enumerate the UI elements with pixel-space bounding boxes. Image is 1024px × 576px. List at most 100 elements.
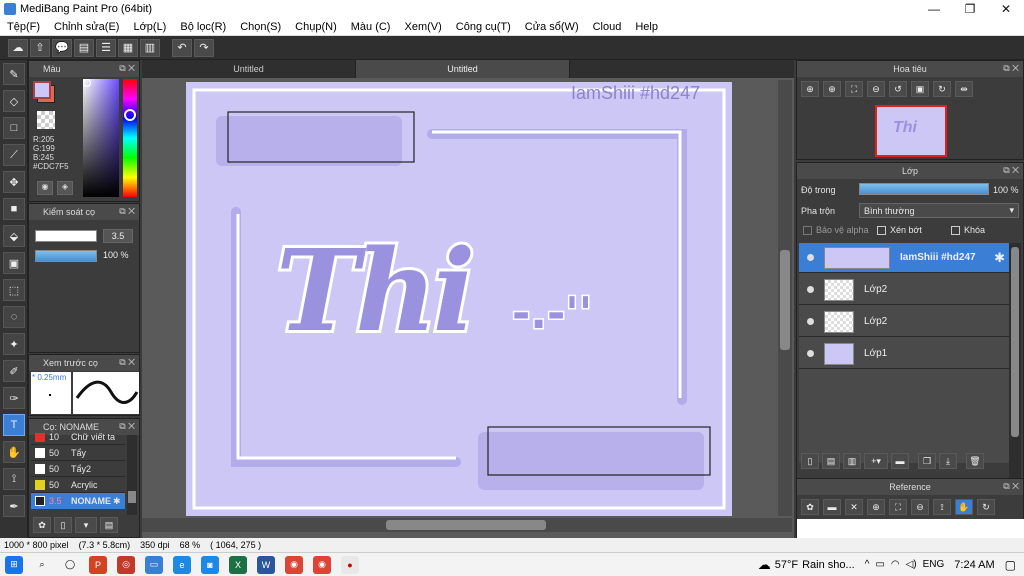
layer-row[interactable]: Lớp1 [799,339,1009,369]
chrome-icon[interactable]: ◉ [285,555,303,574]
rotate-right-icon[interactable]: ↻ [933,81,951,97]
zoom-reset-icon[interactable]: ⊕ [801,81,819,97]
protect-alpha-checkbox[interactable] [803,225,812,235]
reference-add-icon[interactable]: ✿ [801,499,819,515]
message-icon[interactable]: ▤ [74,38,94,57]
reference-hand-icon[interactable]: ✋ [955,499,973,515]
magic-wand-tool-icon[interactable]: ✦ [3,333,25,355]
menu-color[interactable]: Màu (C) [344,21,398,33]
undo-icon[interactable]: ↶ [172,38,192,57]
brush-size-slider[interactable] [35,230,97,242]
notification-icon[interactable]: ▢ [1005,558,1016,572]
menu-cloud[interactable]: Cloud [586,21,629,33]
trash-icon[interactable]: 🗑 [966,453,984,469]
windows-start-icon[interactable]: ⊞ [5,555,23,574]
language-indicator[interactable]: ENG [923,559,945,570]
canvas-vscroll-thumb[interactable] [780,250,790,350]
reference-view[interactable] [797,519,1024,539]
powerpoint-icon[interactable]: P [89,555,107,574]
select-tool-icon[interactable]: ⬚ [3,279,25,301]
brush-size-value[interactable]: 3.5 [103,229,133,243]
select-eraser-tool-icon[interactable]: ✑ [3,387,25,409]
menu-help[interactable]: Help [628,21,665,33]
menu-edit[interactable]: Chỉnh sửa(E) [47,21,126,33]
tab-untitled-1[interactable]: Untitled [142,60,356,78]
move-tool-icon[interactable]: ✥ [3,171,25,193]
clipping-checkbox[interactable] [877,225,886,235]
saturation-value-picker[interactable] [83,79,119,197]
brush-delete-icon[interactable]: ▤ [100,517,118,533]
palette-icon[interactable]: ◉ [37,181,53,195]
blend-mode-select[interactable]: Bình thường ▾ [859,203,1019,218]
visibility-icon[interactable] [807,350,814,357]
weather-temp[interactable]: 57°F [775,559,798,571]
reference-rotate-icon[interactable]: ↻ [977,499,995,515]
app-red-icon[interactable]: ◎ [117,555,135,574]
brush-add-icon[interactable]: ✿ [33,517,51,533]
menu-tools[interactable]: Công cụ(T) [449,21,518,33]
canvas-vertical-scrollbar[interactable] [778,80,792,516]
swap-color-icon[interactable]: ◈ [57,181,73,195]
eyedropper-tool-icon[interactable]: ⟟ [3,468,25,490]
menu-filter[interactable]: Bộ lọc(R) [173,21,233,33]
eraser-tool-icon[interactable]: ◇ [3,90,25,112]
tab-untitled-2[interactable]: Untitled [356,60,570,78]
brush-list-scrollbar[interactable] [127,435,137,515]
comment-icon[interactable]: 💬 [52,38,72,57]
wifi-icon[interactable]: ◠ [891,559,900,570]
layer-row[interactable]: Lớp2 [799,307,1009,337]
menu-file[interactable]: Tệp(F) [0,21,47,33]
reference-zoom-in-icon[interactable]: ⊕ [867,499,885,515]
flip-icon[interactable]: ⇹ [955,81,973,97]
layer-list-scrollbar[interactable] [1009,243,1021,497]
navigator-thumbnail[interactable]: Thi [875,105,947,157]
canvas-horizontal-scrollbar[interactable] [142,518,792,532]
search-icon[interactable]: ⌕ [33,556,51,574]
primary-color-swatch[interactable] [33,81,51,99]
select-pen-tool-icon[interactable]: ✐ [3,360,25,382]
brush-item-selected[interactable]: 3.5 NONAME ✱ [31,493,125,509]
hue-cursor[interactable] [124,109,136,121]
gear-icon[interactable]: ✱ [994,250,1005,266]
brush-new-icon[interactable]: ▯ [54,517,72,533]
transparent-swatch[interactable] [37,111,55,129]
menu-window[interactable]: Cửa sổ(W) [518,21,586,33]
visibility-icon[interactable] [807,254,814,261]
fit-icon[interactable]: ⛶ [845,81,863,97]
layer-scroll-thumb[interactable] [1011,247,1019,437]
clock[interactable]: 7:24 AM [954,559,994,571]
redo-icon[interactable]: ↷ [194,38,214,57]
reference-eyedropper-icon[interactable]: ⟟ [933,499,951,515]
menu-layer[interactable]: Lớp(L) [126,21,173,33]
hue-slider[interactable] [123,79,137,197]
brush-item[interactable]: 50 Acrylic [31,477,125,493]
reference-zoom-out-icon[interactable]: ⊖ [911,499,929,515]
menu-select[interactable]: Chọn(S) [233,21,288,33]
layer-row-selected[interactable]: IamShiii #hd247 ✱ [799,243,1009,273]
brush-menu-icon[interactable]: ▾ [75,517,97,533]
maximize-button[interactable]: ❐ [952,0,988,18]
menu-snap[interactable]: Chụp(N) [288,21,344,33]
store-icon[interactable]: ◙ [201,555,219,574]
line-tool-icon[interactable]: ⟋ [3,144,25,166]
hand-tool-icon[interactable]: ✋ [3,441,25,463]
brush-opacity-slider[interactable] [35,250,97,262]
bucket-tool-icon[interactable]: ⬙ [3,225,25,247]
weather-text[interactable]: Rain sho... [802,559,855,571]
gear-icon[interactable]: ✱ [113,496,121,507]
grid-icon[interactable]: ▥ [140,38,160,57]
reference-close-icon[interactable]: ✕ [845,499,863,515]
sv-cursor[interactable] [83,79,91,87]
text-tool-icon[interactable]: T [3,414,25,436]
add-layer-menu-icon[interactable]: +▾ [864,453,888,469]
tray-chevron-icon[interactable]: ^ [865,559,870,570]
gradient-tool-icon[interactable]: ▣ [3,252,25,274]
folder-icon[interactable]: ▬ [891,453,909,469]
reference-fit-icon[interactable]: ⛶ [889,499,907,515]
new-8bit-layer-icon[interactable]: ▥ [843,453,861,469]
lasso-tool-icon[interactable]: ◌ [3,306,25,328]
zoom-in-icon[interactable]: ⊕ [823,81,841,97]
merge-layer-icon[interactable]: ⤓ [939,453,957,469]
rect-tool-icon[interactable]: □ [3,117,25,139]
brush-item[interactable]: 50 Tẩy [31,445,125,461]
